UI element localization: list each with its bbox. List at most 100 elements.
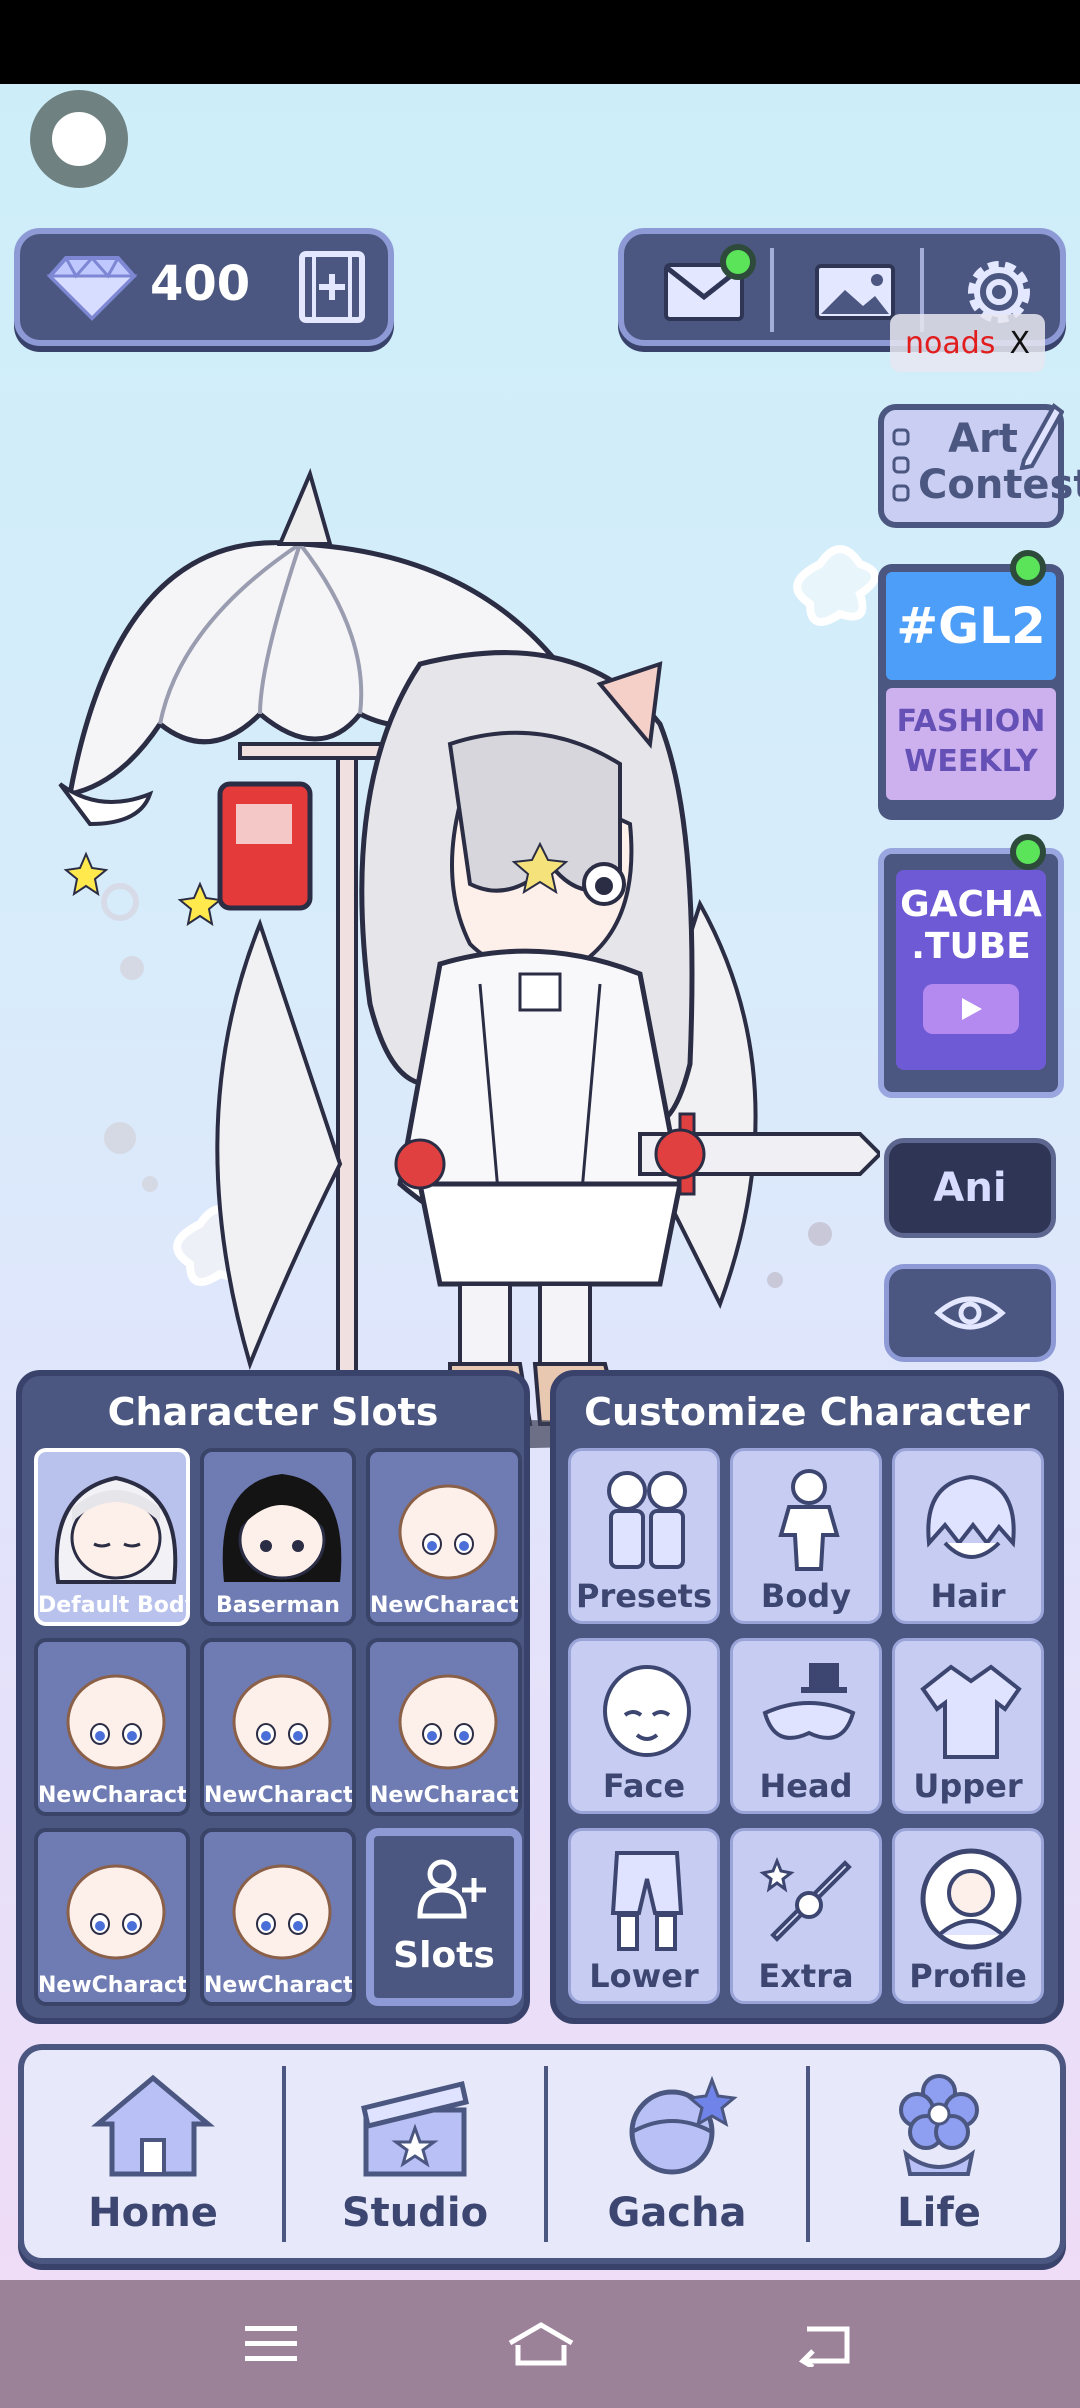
slot-new-character[interactable]: NewCharacter	[200, 1638, 356, 1816]
slot-avatar-bald	[398, 1484, 498, 1580]
nav-life[interactable]: Life	[810, 2050, 1068, 2258]
slot-label: NewCharacter	[370, 1783, 518, 1808]
system-navigation-bar	[0, 2280, 1080, 2408]
slot-new-character[interactable]: NewCharacter	[34, 1638, 190, 1816]
play-icon	[923, 984, 1019, 1034]
tile-label: Body	[760, 1577, 852, 1615]
slot-new-character[interactable]: NewCharacter	[34, 1828, 190, 2006]
gem-count: 400	[150, 256, 251, 312]
customize-character-panel: Customize Character Presets Body Hair Fa…	[550, 1370, 1064, 2024]
customize-presets[interactable]: Presets	[568, 1448, 720, 1624]
noads-banner[interactable]: noads X	[890, 314, 1045, 372]
mail-notification-dot	[720, 244, 756, 280]
image-icon	[815, 264, 895, 320]
customize-title: Customize Character	[584, 1390, 1030, 1434]
pants-icon	[610, 1851, 684, 1951]
gl2-notification-dot	[1010, 550, 1046, 586]
nav-label: Home	[88, 2190, 218, 2236]
noads-close-button[interactable]: X	[1009, 326, 1030, 361]
tile-label: Head	[759, 1767, 853, 1805]
game-view: 400 noads X Art Contest #GL2 FASHION WEE…	[0, 84, 1080, 2280]
slot-avatar-bald	[232, 1864, 332, 1960]
gacha-tube-screen: GACHA .TUBE	[896, 870, 1046, 1070]
status-bar	[0, 0, 1080, 84]
customize-head[interactable]: Head	[730, 1638, 882, 1814]
noads-label: noads	[905, 325, 996, 361]
tile-label: Face	[602, 1767, 686, 1805]
tile-label: Upper	[913, 1767, 1023, 1805]
gl2-label: #GL2	[886, 572, 1056, 680]
slot-label: NewCharacter	[370, 1593, 518, 1618]
slot-baserman[interactable]: Baserman	[200, 1448, 356, 1626]
notebook-rings-icon	[892, 428, 910, 502]
art-contest-button[interactable]: Art Contest	[878, 403, 1080, 528]
nav-label: Studio	[341, 2190, 489, 2236]
diamond-icon	[46, 255, 138, 321]
back-icon[interactable]	[780, 2304, 870, 2384]
home-icon[interactable]	[496, 2304, 586, 2384]
slot-label: NewCharacter	[204, 1783, 352, 1808]
character-slots-panel: Character Slots Default Body Baserman Ne…	[16, 1370, 530, 2024]
gacha-tube-label: GACHA .TUBE	[900, 884, 1042, 967]
tile-label: Profile	[909, 1957, 1027, 1995]
profile-icon	[920, 1848, 1022, 1950]
character-slots-title: Character Slots	[107, 1390, 439, 1434]
gacha-tube-button[interactable]: GACHA .TUBE	[878, 848, 1064, 1098]
tile-label: Lower	[589, 1957, 699, 1995]
face-icon	[603, 1665, 691, 1757]
add-video-icon[interactable]	[296, 248, 368, 326]
fashion-weekly-label: FASHION WEEKLY	[886, 688, 1056, 800]
head-accessory-icon	[762, 1663, 856, 1740]
slot-label: Default Body	[38, 1593, 186, 1618]
shirt-icon	[920, 1664, 1022, 1759]
body-icon	[778, 1469, 840, 1571]
slot-avatar-bald	[398, 1674, 498, 1770]
visibility-toggle-button[interactable]	[884, 1264, 1056, 1362]
slot-label: NewCharacter	[204, 1973, 352, 1998]
customize-extra[interactable]: Extra	[730, 1828, 882, 2004]
customize-profile[interactable]: Profile	[892, 1828, 1044, 2004]
add-person-icon	[417, 1859, 486, 1919]
slot-label: Baserman	[216, 1593, 340, 1618]
presets-icon	[607, 1471, 687, 1569]
nav-label: Gacha	[607, 2190, 747, 2236]
character-illustration[interactable]	[40, 364, 880, 1464]
record-toggle-button[interactable]	[30, 90, 128, 188]
slot-default-body[interactable]: Default Body	[34, 1448, 190, 1626]
flower-icon	[899, 2074, 979, 2176]
customize-body[interactable]: Body	[730, 1448, 882, 1624]
add-slots-button[interactable]: Slots	[366, 1828, 522, 2006]
slot-avatar-white-hair	[54, 1475, 178, 1584]
menu-icon[interactable]	[226, 2304, 316, 2384]
gl2-fashion-weekly-button[interactable]: #GL2 FASHION WEEKLY	[878, 564, 1064, 820]
customize-hair[interactable]: Hair	[892, 1448, 1044, 1624]
planet-icon	[629, 2075, 738, 2175]
slot-avatar-bald	[66, 1864, 166, 1960]
nav-gacha[interactable]: Gacha	[548, 2050, 806, 2258]
clapperboard-icon	[361, 2080, 469, 2177]
currency-panel: 400	[14, 228, 394, 346]
slot-label: NewCharacter	[38, 1973, 186, 1998]
tile-label: Presets	[575, 1577, 713, 1615]
nav-home[interactable]: Home	[24, 2050, 282, 2258]
slot-label: NewCharacter	[38, 1783, 186, 1808]
slot-avatar-bald	[66, 1674, 166, 1770]
slot-avatar-black-hair	[222, 1474, 342, 1582]
slot-new-character[interactable]: NewCharacter	[200, 1828, 356, 2006]
eye-icon	[934, 1296, 1006, 1330]
ani-button[interactable]: Ani	[884, 1138, 1056, 1238]
customize-face[interactable]: Face	[568, 1638, 720, 1814]
customize-lower[interactable]: Lower	[568, 1828, 720, 2004]
slot-avatar-bald	[232, 1674, 332, 1770]
slot-new-character[interactable]: NewCharacter	[366, 1448, 522, 1626]
hair-icon	[926, 1474, 1016, 1559]
slot-new-character[interactable]: NewCharacter	[366, 1638, 522, 1816]
sword-icon	[759, 1856, 852, 1942]
customize-upper[interactable]: Upper	[892, 1638, 1044, 1814]
bottom-navigation: Home Studio Gacha Life	[18, 2044, 1066, 2264]
nav-studio[interactable]: Studio	[286, 2050, 544, 2258]
house-icon	[91, 2074, 215, 2177]
pencil-icon	[1019, 403, 1064, 470]
tile-label: Extra	[758, 1957, 854, 1995]
add-slots-label: Slots	[393, 1935, 495, 1976]
